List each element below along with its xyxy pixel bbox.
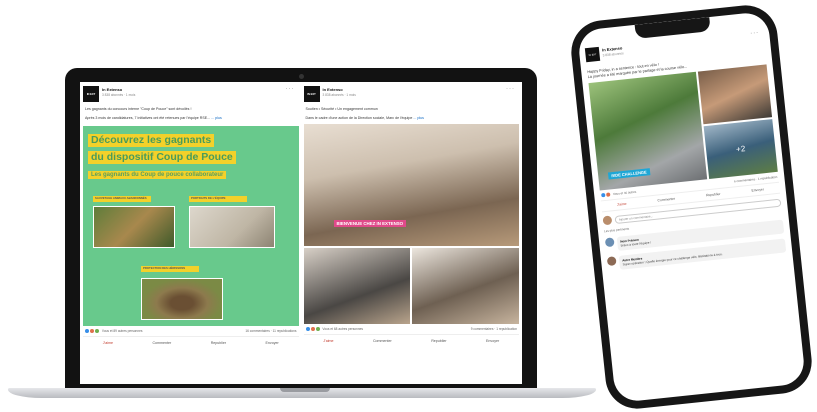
phone: IN EXT In Extenso 3 838 abonnés ··· Happ… (568, 2, 815, 412)
image-banner: RIDE CHALLENGE (607, 168, 651, 180)
post-image-green[interactable]: Découvrez les gagnants du dispositif Cou… (83, 126, 299, 326)
avatar (604, 237, 615, 248)
comment-button[interactable]: Commenter (657, 197, 675, 203)
image-subtitle: Les gagnants du Coup de pouce collaborat… (88, 171, 227, 179)
send-button[interactable]: Envoyer (751, 187, 764, 192)
company-name[interactable]: In Extenso (102, 87, 135, 92)
post-image-grid[interactable]: RIDE CHALLENGE +2 (588, 64, 778, 191)
post-image-grid[interactable]: BIENVENUE CHEZ IN EXTENSO (303, 124, 519, 324)
photo-office-desk (412, 248, 519, 324)
laptop-screen: IN EXT In Extenso 3 838 abonnés · 1 mois… (80, 82, 522, 384)
reaction-text: Vous et 46 autres (612, 189, 637, 197)
post-line-1: Soutien • Sécurité • Un engagement commu… (305, 107, 378, 111)
post-line-2: Après 3 mois de candidatures, 7 initiati… (85, 116, 211, 120)
photo-selfie (697, 64, 773, 125)
reaction-text: Vous et 68 autres personnes (322, 327, 363, 331)
image-title-2: du dispositif Coup de Pouce (88, 151, 236, 164)
comment-button[interactable]: Commenter (152, 341, 171, 345)
photo-lake: +2 (703, 119, 778, 179)
post-header: IN EXT In Extenso 3 838 abonnés · 1 mois… (303, 86, 520, 106)
phone-screen: IN EXT In Extenso 3 838 abonnés ··· Happ… (576, 11, 807, 403)
post-text: Les gagnants du concours interne "Coup d… (83, 106, 299, 122)
repost-button[interactable]: Republier (706, 192, 721, 197)
company-subtitle: 3 838 abonnés (602, 51, 624, 58)
post-actions: J'aime Commenter Republier Envoyer (83, 337, 299, 345)
post-stats: Vous et 89 autres personnes 16 commentai… (83, 326, 299, 337)
company-logo[interactable]: IN EXT (83, 86, 99, 102)
feed-post-right: IN EXT In Extenso 3 838 abonnés · 1 mois… (303, 86, 520, 384)
phone-feed-post: IN EXT In Extenso 3 838 abonnés ··· Happ… (584, 30, 787, 271)
avatar (606, 256, 617, 267)
comment-button[interactable]: Commenter (373, 339, 392, 343)
more-options-icon[interactable]: ··· (506, 86, 515, 92)
post-line-1: Les gagnants du concours interne "Coup d… (85, 107, 192, 111)
repost-button[interactable]: Republier (211, 341, 226, 345)
photo-office-team (303, 248, 411, 324)
company-subtitle: 3 838 abonnés · 1 mois (102, 93, 136, 97)
photo-office-meeting: BIENVENUE CHEZ IN EXTENSO (303, 124, 519, 246)
comment-counts[interactable]: 16 commentaires · 11 republications (245, 329, 296, 333)
avatar (602, 215, 613, 226)
more-options-icon[interactable]: ··· (286, 86, 295, 92)
company-logo[interactable]: IN EXT (584, 46, 601, 63)
reaction-summary[interactable]: Vous et 89 autres personnes (85, 329, 142, 333)
laptop-notch (280, 388, 330, 392)
post-actions: J'aime Commenter Republier Envoyer (304, 335, 520, 343)
image-banner: BIENVENUE CHEZ IN EXTENSO (333, 220, 407, 227)
laptop-base (8, 388, 596, 398)
post-stats: Vous et 68 autres personnes 9 commentair… (303, 324, 519, 335)
see-more-link[interactable]: ... plus (211, 116, 222, 120)
reaction-text: Vous et 89 autres personnes (101, 329, 143, 333)
reaction-summary[interactable]: Vous et 68 autres personnes (305, 327, 363, 331)
camera-dot (299, 74, 304, 79)
more-options-icon[interactable]: ··· (750, 30, 760, 37)
see-more-link[interactable]: ... plus (413, 116, 424, 120)
send-button[interactable]: Envoyer (486, 339, 499, 343)
more-photos-badge: +2 (735, 144, 746, 154)
post-text: Soutien • Sécurité • Un engagement commu… (304, 106, 520, 122)
feed-post-left: IN EXT In Extenso 3 838 abonnés · 1 mois… (83, 86, 299, 384)
send-button[interactable]: Envoyer (266, 341, 279, 345)
post-header: IN EXT In Extenso 3 838 abonnés · 1 mois… (83, 86, 299, 106)
photo-cyclists: RIDE CHALLENGE (588, 71, 708, 191)
company-name[interactable]: In Extenso (323, 87, 356, 92)
company-logo[interactable]: IN EXT (303, 86, 320, 102)
caption-hedgehog: PROTECTION DES HÉRISSONS (141, 266, 199, 272)
like-button[interactable]: J'aime (617, 202, 627, 207)
caption-fox: SAUVETAGE ANIMAUX ABANDONNÉS (93, 196, 151, 202)
repost-button[interactable]: Republier (431, 339, 446, 343)
comment-counts[interactable]: 9 commentaires · 1 republication (471, 327, 517, 331)
laptop: IN EXT In Extenso 3 838 abonnés · 1 mois… (65, 68, 537, 390)
company-subtitle: 3 838 abonnés · 1 mois (322, 93, 356, 97)
like-button[interactable]: J'aime (323, 339, 333, 343)
photo-hedgehog (141, 278, 223, 320)
caption-cards: PORTRAITS DE L'ÉQUIPE (189, 196, 247, 202)
photo-cards (189, 206, 275, 248)
like-button[interactable]: J'aime (103, 341, 113, 345)
mockup-stage: IN EXT In Extenso 3 838 abonnés · 1 mois… (0, 0, 817, 412)
image-title-1: Découvrez les gagnants (88, 134, 215, 147)
post-line-2: Dans le cadre d'une action de la Directi… (305, 116, 413, 120)
photo-fox (93, 206, 175, 248)
